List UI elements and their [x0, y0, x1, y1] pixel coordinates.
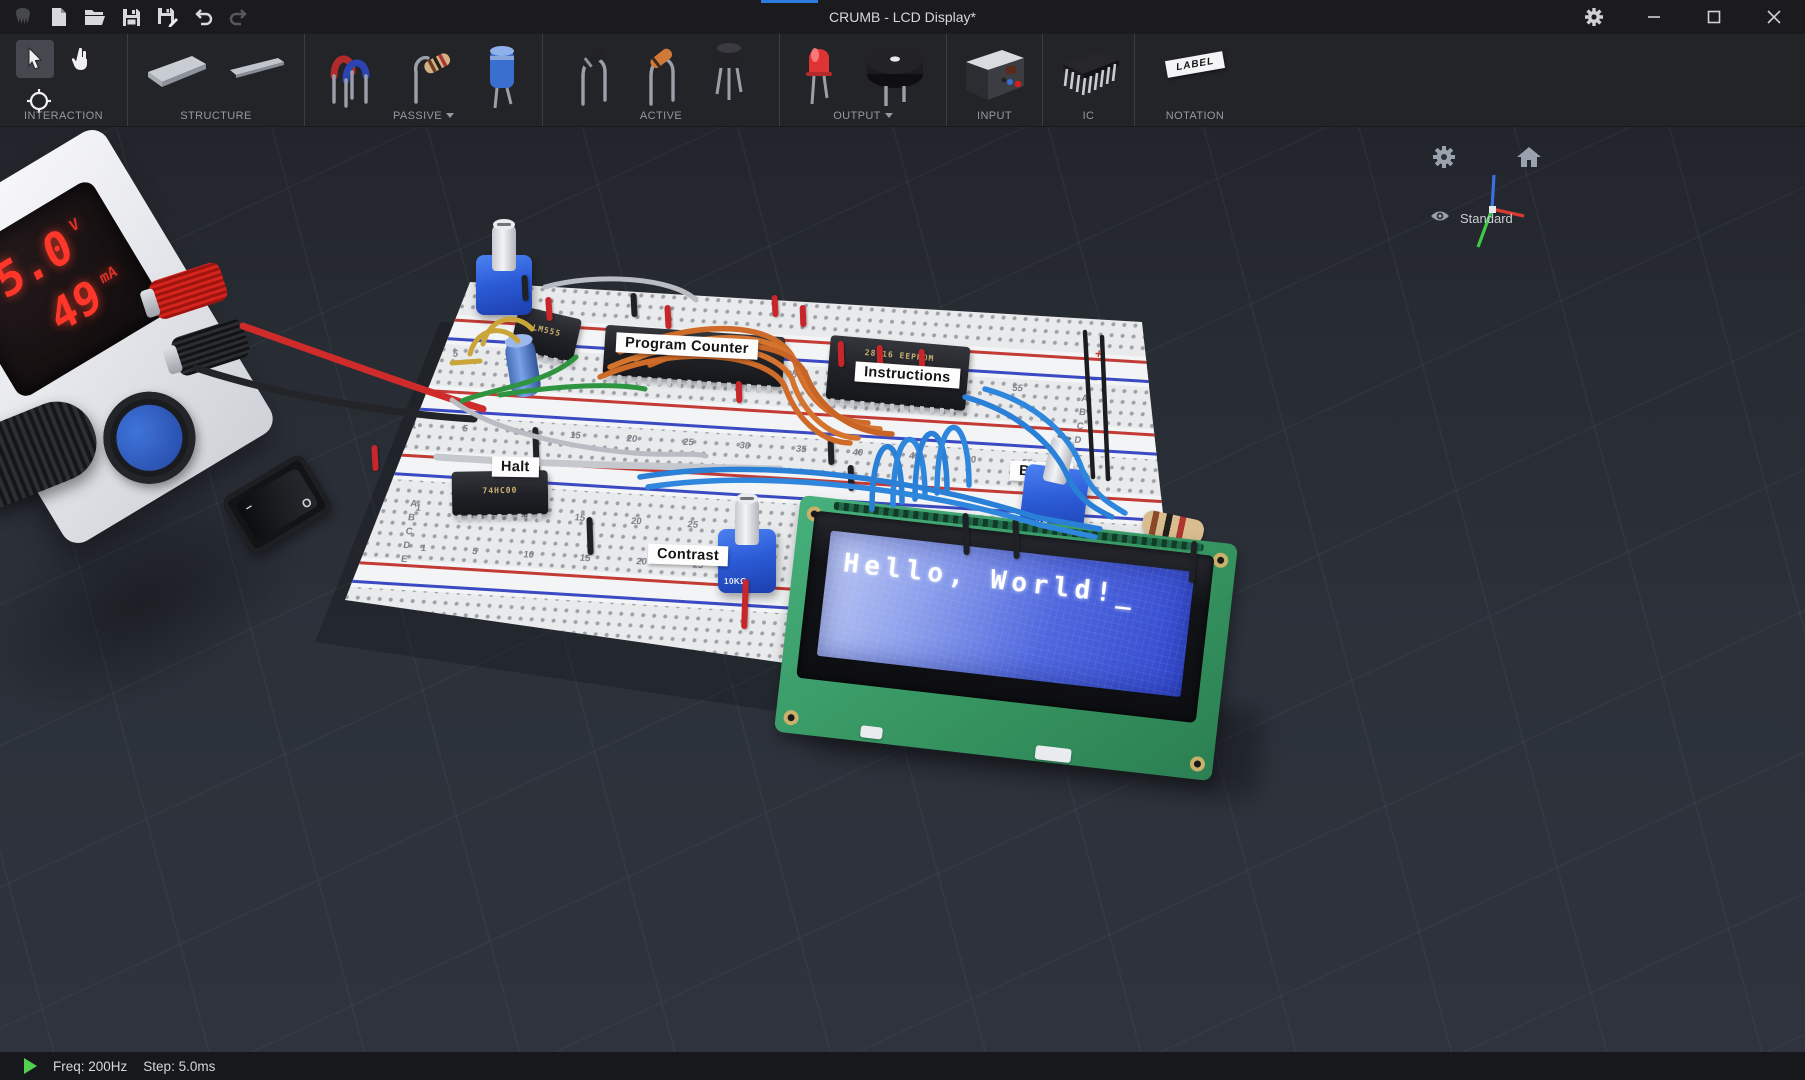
close-button[interactable]: [1761, 4, 1787, 30]
current-readout: 49: [44, 273, 107, 341]
eeprom-chip-label: 28C16 EEPROM: [829, 345, 969, 366]
lcd-module[interactable]: Hello, World!_: [774, 495, 1238, 781]
section-label-ic: IC: [1043, 110, 1134, 122]
redo-button[interactable]: [228, 6, 250, 28]
switch-off-mark: O: [299, 495, 314, 512]
switch-on-mark: −: [242, 500, 255, 516]
jumper-wire[interactable]: [736, 381, 743, 403]
toolbar-section-structure: STRUCTURE: [128, 34, 305, 126]
section-label-structure: STRUCTURE: [128, 110, 304, 122]
crumb-app-window: CRUMB - LCD Display*: [0, 0, 1805, 1080]
save-button[interactable]: [120, 6, 142, 28]
new-file-button[interactable]: [48, 6, 70, 28]
mounting-hole: [1212, 552, 1229, 569]
section-label-active: ACTIVE: [543, 110, 779, 122]
lcd-connector-tab: [860, 725, 883, 739]
passive-dropdown-caret: [446, 113, 454, 118]
select-tool-button[interactable]: [16, 40, 54, 78]
jumper-wire[interactable]: [371, 445, 378, 471]
viewport-settings-gear-icon[interactable]: [1432, 145, 1456, 174]
scene-viewport[interactable]: 1510152025303540455055 15101520253035404…: [0, 127, 1805, 1052]
toolbar-section-interaction: INTERACTION: [0, 34, 128, 126]
lcd-text: Hello, World!_: [842, 548, 1140, 611]
resistor-component-icon[interactable]: [404, 42, 456, 113]
jumper-wire-component-icon[interactable]: [326, 42, 378, 113]
statusbar: Freq: 200Hz Step: 5.0ms: [0, 1052, 1805, 1080]
frequency-readout: Freq: 200Hz: [53, 1059, 127, 1074]
minimize-button[interactable]: [1641, 4, 1667, 30]
zener-diode-component-icon[interactable]: [639, 42, 685, 113]
toolbar-section-ic: IC: [1043, 34, 1135, 126]
power-supply-component-icon[interactable]: [958, 42, 1032, 109]
section-label-passive: PASSIVE: [393, 110, 442, 122]
yellow-wire[interactable]: [452, 361, 480, 363]
section-label-input: INPUT: [947, 110, 1042, 122]
titlebar: CRUMB - LCD Display*: [0, 0, 1805, 34]
mounting-hole: [783, 709, 800, 726]
section-label-output: OUTPUT: [833, 110, 881, 122]
halt-label-sticker[interactable]: Halt: [492, 457, 539, 478]
power-supply-display: 5.0 V 49 mA: [0, 178, 169, 400]
toolbar-section-active: ACTIVE: [543, 34, 780, 126]
led-component-icon[interactable]: [800, 42, 838, 117]
jumper-wire[interactable]: [586, 517, 593, 555]
label-component-icon[interactable]: LABEL: [1165, 51, 1225, 78]
jumper-wire[interactable]: [771, 295, 778, 317]
nand-chip-label: 74HC00: [452, 485, 548, 496]
toolbar-section-notation: LABEL NOTATION: [1135, 34, 1255, 126]
jumper-wire[interactable]: [630, 293, 637, 317]
app-logo-icon: [12, 6, 34, 28]
rail-minus-symbol: −: [1089, 372, 1099, 387]
hand-tool-button[interactable]: [62, 40, 100, 78]
mounting-hole: [1189, 756, 1206, 773]
lcd-connector-tab: [1034, 745, 1071, 763]
diode-component-icon[interactable]: [571, 42, 617, 113]
undo-button[interactable]: [192, 6, 214, 28]
lcd-screen: Hello, World!_: [817, 531, 1195, 698]
rod-component-icon[interactable]: [226, 42, 290, 103]
save-as-button[interactable]: [156, 6, 178, 28]
jumper-wire[interactable]: [838, 341, 845, 367]
titlebar-accent-line: [761, 0, 818, 3]
output-dropdown-caret: [885, 113, 893, 118]
jumper-wire[interactable]: [664, 305, 671, 329]
view-mode-eye-icon[interactable]: [1430, 209, 1450, 228]
ic-chip-component-icon[interactable]: [1053, 42, 1125, 111]
capacitor-component-icon[interactable]: [482, 42, 522, 117]
jumper-wire[interactable]: [800, 305, 807, 327]
pot-shaft[interactable]: [492, 223, 516, 271]
section-label-notation: NOTATION: [1135, 110, 1255, 122]
window-title: CRUMB - LCD Display*: [0, 0, 1805, 34]
component-toolbar: INTERACTION STRUCTURE: [0, 34, 1805, 127]
buzzer-component-icon[interactable]: [864, 42, 926, 117]
toolbar-section-input: INPUT: [947, 34, 1043, 126]
contrast-label-sticker[interactable]: Contrast: [648, 544, 729, 567]
play-simulation-button[interactable]: [24, 1058, 37, 1074]
settings-gear-icon[interactable]: [1581, 4, 1607, 30]
view-mode-label[interactable]: Standard: [1460, 211, 1513, 226]
toolbar-section-passive: PASSIVE: [305, 34, 543, 126]
breadboard-component-icon[interactable]: [142, 42, 212, 103]
board-row-letters: ABCDE: [400, 498, 418, 565]
section-label-interaction: INTERACTION: [0, 110, 127, 122]
step-readout: Step: 5.0ms: [143, 1059, 215, 1074]
open-file-button[interactable]: [84, 6, 106, 28]
toolbar-section-output: OUTPUT: [780, 34, 947, 126]
pot-shaft[interactable]: [735, 497, 759, 545]
transistor-component-icon[interactable]: [707, 42, 751, 117]
maximize-button[interactable]: [1701, 4, 1727, 30]
jumper-wire[interactable]: [521, 275, 528, 301]
